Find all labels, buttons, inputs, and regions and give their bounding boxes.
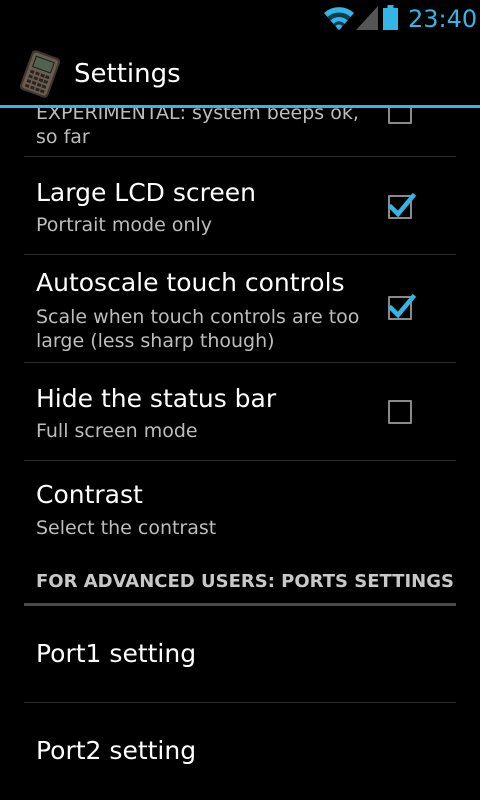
settings-list[interactable]: EXPERIMENTAL: system beeps ok, so far La… [0,108,480,800]
pref-autoscale-checkbox[interactable] [387,293,417,320]
checkmark-icon [387,293,417,319]
category-label: FOR ADVANCED USERS: PORTS SETTINGS [36,571,454,592]
pref-summary: Select the contrast [36,517,217,539]
status-clock: 23:40 [408,5,478,33]
pref-port1[interactable]: Port1 setting [24,606,456,703]
status-bar: 23:40 [0,0,480,38]
pref-title: Contrast [36,480,143,509]
pref-title: Autoscale touch controls [36,268,345,297]
pref-title: Hide the status bar [36,384,277,413]
pref-hide-status-bar[interactable]: Hide the status bar Full screen mode [24,363,456,461]
pref-large-lcd[interactable]: Large LCD screen Portrait mode only [24,157,456,255]
pref-summary: Full screen mode [36,420,198,442]
action-bar: Settings [0,38,480,108]
wifi-icon [324,7,354,30]
pref-title: Port2 setting [36,736,197,765]
battery-icon [383,5,398,30]
pref-hide-status-bar-checkbox[interactable] [388,400,412,424]
pref-title: Port1 setting [36,639,197,668]
signal-icon [356,6,378,30]
pref-summary: EXPERIMENTAL: system beeps ok, so far [36,108,359,148]
pref-summary: Scale when touch controls are too large … [36,306,360,352]
pref-contrast[interactable]: Contrast Select the contrast [24,461,456,557]
pref-title: Large LCD screen [36,178,256,207]
pref-experimental-checkbox[interactable] [388,108,412,124]
pref-experimental[interactable]: EXPERIMENTAL: system beeps ok, so far [24,108,456,157]
pref-large-lcd-checkbox[interactable] [387,192,417,219]
pref-autoscale[interactable]: Autoscale touch controls Scale when touc… [24,255,456,363]
handheld-device-app-icon[interactable] [16,50,64,98]
page-title: Settings [74,59,181,89]
checkmark-icon [387,192,417,218]
pref-summary: Portrait mode only [36,214,213,236]
pref-port2[interactable]: Port2 setting [24,703,456,800]
category-header-ports: FOR ADVANCED USERS: PORTS SETTINGS [24,558,456,606]
